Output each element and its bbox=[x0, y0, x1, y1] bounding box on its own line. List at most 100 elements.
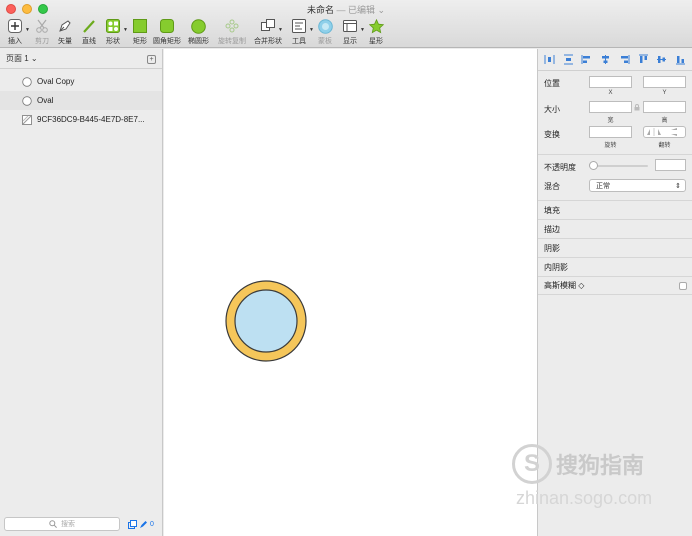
combine-icon: ▼ bbox=[259, 18, 283, 34]
flip-caption: 翻转 bbox=[658, 143, 671, 149]
design-canvas[interactable] bbox=[164, 49, 537, 536]
blend-mode-select[interactable]: 正常 ⇕ bbox=[589, 179, 686, 192]
gaussian-blur-label[interactable]: 高斯模糊 ◇ bbox=[544, 280, 584, 291]
layer-name: Oval bbox=[37, 96, 54, 105]
rounded-rectangle-icon bbox=[158, 18, 176, 34]
layer-item[interactable]: Oval Copy bbox=[0, 72, 162, 91]
rounded-rect-tool[interactable]: 圆角矩形 bbox=[153, 18, 181, 48]
rectangle-tool[interactable]: 矩形 bbox=[131, 18, 149, 48]
select-arrows-icon: ⇕ bbox=[675, 182, 681, 190]
align-left-icon[interactable] bbox=[581, 54, 592, 65]
layer-name: 9CF36DC9-B445-4E7D-8E7... bbox=[37, 115, 145, 124]
y-input[interactable] bbox=[643, 76, 686, 88]
insert-label: 插入 bbox=[8, 38, 22, 45]
height-caption: 高 bbox=[661, 118, 668, 124]
shape-label: 形状 bbox=[106, 38, 120, 45]
opacity-slider-handle[interactable] bbox=[589, 161, 598, 170]
fill-section[interactable]: 填充 bbox=[538, 200, 692, 219]
edit-count: 0 bbox=[150, 521, 154, 528]
star-tool[interactable]: 星形 bbox=[367, 18, 385, 48]
width-caption: 宽 bbox=[607, 118, 614, 124]
layer-name: Oval Copy bbox=[37, 77, 75, 86]
opacity-input[interactable] bbox=[655, 159, 686, 171]
align-center-icon[interactable] bbox=[600, 54, 611, 65]
flip-control[interactable] bbox=[643, 126, 686, 138]
oval-icon bbox=[22, 95, 32, 106]
edit-pen-icon[interactable] bbox=[139, 520, 148, 529]
star-label: 星形 bbox=[369, 38, 383, 45]
lock-icon[interactable] bbox=[634, 104, 640, 111]
oval-icon bbox=[190, 18, 208, 34]
search-icon bbox=[49, 520, 57, 528]
align-bottom-icon[interactable] bbox=[675, 54, 686, 65]
rotate-caption: 旋转 bbox=[604, 143, 617, 149]
x-input[interactable] bbox=[589, 76, 632, 88]
tools-menu[interactable]: ▼ 工具 bbox=[290, 18, 314, 48]
scissors-tool[interactable]: 剪刀 bbox=[33, 18, 51, 48]
line-icon bbox=[80, 18, 98, 34]
blend-label: 混合 bbox=[544, 182, 560, 191]
height-input[interactable] bbox=[643, 101, 686, 113]
inner-shadow-label: 内阴影 bbox=[544, 262, 568, 272]
size-label: 大小 bbox=[544, 105, 560, 114]
oval-tool[interactable]: 椭圆形 bbox=[188, 18, 209, 48]
rotate-input[interactable] bbox=[589, 126, 632, 138]
scissors-icon bbox=[33, 18, 51, 34]
combine-label: 合并形状 bbox=[254, 38, 282, 45]
window-title: 未命名 — 已编辑 ⌄ bbox=[0, 3, 692, 16]
image-icon bbox=[22, 114, 32, 125]
sogou-logo-icon: S bbox=[512, 444, 552, 484]
tools-icon: ▼ bbox=[290, 18, 314, 34]
opacity-slider[interactable] bbox=[593, 165, 648, 167]
vector-label: 矢量 bbox=[58, 38, 72, 45]
layer-search-input[interactable]: 搜索 bbox=[4, 517, 120, 531]
width-input[interactable] bbox=[589, 101, 632, 113]
insert-tool[interactable]: ▼ 插入 bbox=[6, 18, 30, 48]
add-page-icon[interactable]: + bbox=[147, 55, 156, 64]
gaussian-blur-section[interactable]: 高斯模糊 ◇ bbox=[538, 276, 692, 295]
border-section[interactable]: 描边 bbox=[538, 219, 692, 238]
canvas-artwork bbox=[225, 280, 307, 362]
shadow-section[interactable]: 阴影 bbox=[538, 238, 692, 257]
position-label: 位置 bbox=[544, 79, 560, 88]
page-selector[interactable]: 页面 1 ⌄ + bbox=[0, 49, 162, 69]
watermark-url: zhinan.sogo.com bbox=[516, 488, 653, 508]
vector-tool[interactable]: 矢量 bbox=[56, 18, 74, 48]
combine-shapes-tool[interactable]: ▼ 合并形状 bbox=[254, 18, 283, 48]
distribute-vertical-icon[interactable] bbox=[563, 54, 574, 65]
rectangle-icon bbox=[131, 18, 149, 34]
align-top-icon[interactable] bbox=[638, 54, 649, 65]
document-status[interactable]: — 已编辑 ⌄ bbox=[336, 5, 385, 15]
plus-icon: ▼ bbox=[6, 18, 30, 34]
window-titlebar: 未命名 — 已编辑 ⌄ ▼ 插入 剪刀 矢量 直线 ▼ 形状 矩形 圆角矩形 椭… bbox=[0, 0, 692, 48]
fill-label: 填充 bbox=[544, 205, 560, 215]
watermark: S 搜狗指南 bbox=[512, 444, 644, 484]
layer-item[interactable]: Oval bbox=[0, 91, 162, 110]
rotate-copy-label: 旋转复制 bbox=[218, 38, 246, 45]
oval-shape[interactable] bbox=[234, 289, 298, 353]
flip-horizontal-icon[interactable] bbox=[644, 127, 665, 137]
blur-checkbox[interactable] bbox=[679, 282, 687, 290]
copy-icon[interactable] bbox=[128, 520, 137, 529]
shape-tool[interactable]: ▼ 形状 bbox=[104, 18, 128, 48]
y-caption: Y bbox=[662, 90, 667, 96]
line-tool[interactable]: 直线 bbox=[80, 18, 98, 48]
rounded-rect-label: 圆角矩形 bbox=[153, 38, 181, 45]
display-menu[interactable]: ▼ 显示 bbox=[341, 18, 365, 48]
distribute-horizontal-icon[interactable] bbox=[544, 54, 555, 65]
divider bbox=[538, 154, 692, 155]
layer-item[interactable]: 9CF36DC9-B445-4E7D-8E7... bbox=[0, 110, 162, 129]
rotate-copy-tool[interactable]: 旋转复制 bbox=[218, 18, 246, 48]
border-label: 描边 bbox=[544, 224, 560, 234]
align-middle-icon[interactable] bbox=[656, 54, 667, 65]
line-label: 直线 bbox=[82, 38, 96, 45]
shapes-icon: ▼ bbox=[104, 18, 128, 34]
document-name: 未命名 bbox=[306, 5, 334, 15]
display-icon: ▼ bbox=[341, 18, 365, 34]
inner-shadow-section[interactable]: 内阴影 bbox=[538, 257, 692, 276]
mask-tool[interactable]: 蒙板 bbox=[316, 18, 334, 48]
page-label: 页面 1 ⌄ bbox=[6, 54, 38, 63]
watermark-brand: 搜狗指南 bbox=[556, 453, 645, 478]
flip-vertical-icon[interactable] bbox=[665, 127, 686, 137]
align-right-icon[interactable] bbox=[619, 54, 630, 65]
